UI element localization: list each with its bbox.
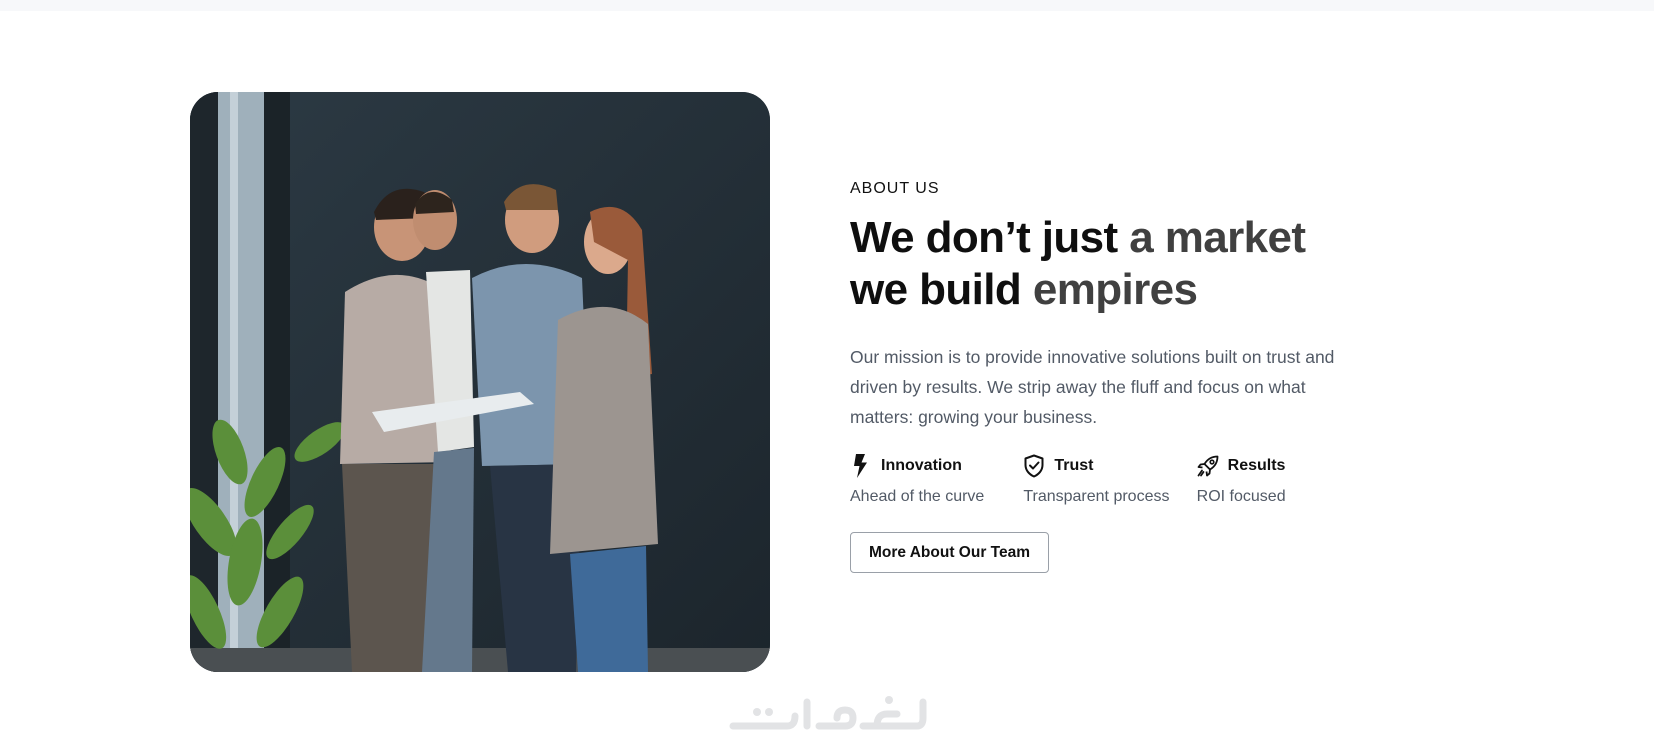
more-about-team-button[interactable]: More About Our Team: [850, 532, 1049, 573]
feature-subtitle: ROI focused: [1196, 488, 1286, 505]
feature-list: Innovation Ahead of the curve Trust Tran…: [850, 452, 1370, 506]
headline-line1-dark: We don’t just: [850, 213, 1130, 262]
headline-line2-dark: we build: [850, 265, 1033, 314]
headline-line2-mid: empires: [1032, 265, 1198, 314]
rocket-icon: [1197, 454, 1219, 478]
team-meeting-photo: [190, 92, 770, 672]
section-eyebrow: ABOUT US: [850, 180, 940, 197]
feature-title: Results: [1227, 457, 1286, 474]
lightning-bolt-icon: [850, 454, 872, 478]
feature-header: Results: [1197, 452, 1370, 480]
section-description: Our mission is to provide innovative sol…: [850, 347, 1335, 427]
headline-line1-mid: a market: [1129, 213, 1306, 262]
feature-title: Innovation: [881, 457, 962, 474]
feature-header: Trust: [1023, 452, 1196, 480]
feature-innovation: Innovation Ahead of the curve: [850, 452, 1023, 506]
feature-trust: Trust Transparent process: [1023, 452, 1196, 506]
feature-subtitle: Ahead of the curve: [850, 488, 985, 505]
section-headline: We don’t just a market we build empires: [850, 212, 1370, 316]
feature-title: Trust: [1054, 457, 1094, 474]
shield-check-icon: [1023, 454, 1045, 478]
top-strip: [0, 0, 1654, 11]
site-watermark-logo: [727, 688, 927, 738]
about-section: ABOUT US We don’t just a market we build…: [850, 180, 1370, 573]
feature-header: Innovation: [850, 452, 1023, 480]
feature-results: Results ROI focused: [1197, 452, 1370, 506]
feature-subtitle: Transparent process: [1023, 488, 1170, 505]
